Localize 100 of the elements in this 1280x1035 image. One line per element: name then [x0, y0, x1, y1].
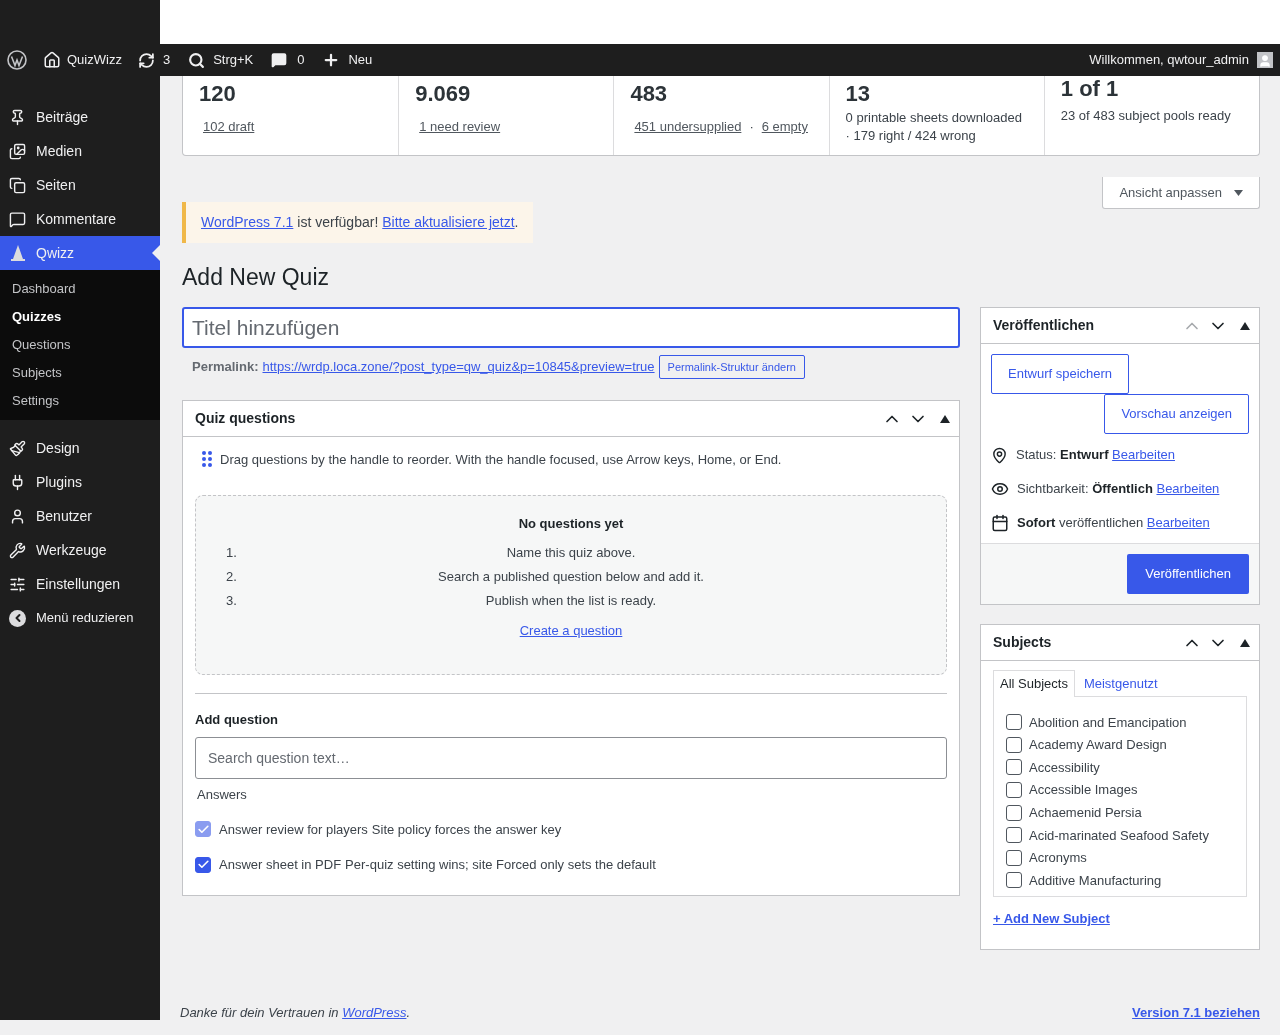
- stat-link[interactable]: 6 empty: [761, 117, 808, 137]
- menu-item[interactable]: Seiten: [0, 168, 160, 202]
- subject-label: Acid-marinated Seafood Safety: [1029, 826, 1209, 845]
- submenu-item[interactable]: Quizzes: [0, 303, 160, 331]
- empty-state-title: No questions yet: [518, 514, 624, 533]
- search-icon[interactable]: [188, 51, 206, 69]
- panel-title: Quiz questions: [195, 409, 297, 428]
- comments-icon[interactable]: [271, 52, 288, 68]
- update-notice: WordPress 7.1 ist verfügbar! Bitte aktualisiere jetzt.: [182, 202, 534, 243]
- eye-icon: [991, 480, 1009, 498]
- checkbox[interactable]: [195, 856, 211, 873]
- home-icon[interactable]: [43, 51, 61, 69]
- edit-status-link[interactable]: Bearbeiten: [1112, 447, 1175, 463]
- page-heading: Add New Quiz: [182, 263, 330, 291]
- menu-icon: [9, 575, 26, 593]
- option-label: Answer review for players: [219, 820, 368, 839]
- collapse-menu-button[interactable]: Menü reduzieren: [0, 601, 160, 635]
- submenu-item[interactable]: Questions: [0, 331, 160, 359]
- subject-checkbox[interactable]: [1006, 804, 1022, 821]
- drag-handle-icon[interactable]: [202, 450, 212, 468]
- subject-checkbox[interactable]: [1006, 714, 1022, 731]
- schedule-text: Sofort veröffentlichen Bearbeiten: [1017, 514, 1210, 533]
- stat-link[interactable]: 102 draft: [203, 117, 255, 137]
- panel-title: Veröffentlichen: [993, 316, 1096, 335]
- edit-visibility-link[interactable]: Bearbeiten: [1156, 481, 1220, 497]
- search-question-field[interactable]: Search question text…: [195, 737, 947, 779]
- menu-icon: [9, 210, 26, 228]
- site-name-link[interactable]: QuizWizz: [67, 50, 122, 70]
- menu-item[interactable]: Einstellungen: [0, 567, 160, 601]
- menu-item[interactable]: Medien: [0, 134, 160, 168]
- status-text: Status: Entwurf Bearbeiten: [1016, 446, 1175, 465]
- subject-label: Additive Manufacturing: [1029, 871, 1162, 890]
- title-field[interactable]: Titel hinzufügen: [182, 307, 960, 348]
- publish-button[interactable]: Veröffentlichen: [1127, 554, 1249, 594]
- stat-link[interactable]: 451 undersupplied: [634, 117, 742, 137]
- stat-value: 13: [845, 81, 872, 107]
- save-draft-button[interactable]: Entwurf speichern: [991, 354, 1130, 394]
- subjects-tab[interactable]: Meistgenutzt: [1074, 670, 1167, 697]
- menu-item[interactable]: Qwizz: [0, 236, 160, 270]
- subject-checkbox[interactable]: [1006, 827, 1022, 844]
- option-hint: Per-quiz setting wins; site Forced only sets the default: [345, 856, 656, 874]
- screen-options-button[interactable]: Ansicht anpassen: [1102, 177, 1260, 209]
- search-shortcut[interactable]: Strg+K: [213, 50, 254, 70]
- step-text: Search a published question below and add it.: [437, 568, 705, 587]
- comments-count[interactable]: 0: [297, 50, 305, 70]
- menu-icon: [9, 142, 26, 160]
- subject-label: Abolition and Emancipation: [1029, 713, 1187, 732]
- subject-checkbox[interactable]: [1006, 849, 1022, 866]
- menu-icon: [9, 176, 26, 194]
- menu-item[interactable]: Kommentare: [0, 202, 160, 236]
- menu-item[interactable]: Benutzer: [0, 499, 160, 533]
- cone-icon: [9, 244, 26, 262]
- menu-item[interactable]: Design: [0, 431, 160, 465]
- permalink-url-link[interactable]: https://wrdp.loca.zone/?post_type=qw_quiz&p=10845&preview=true: [262, 357, 655, 377]
- separator-text: ·: [749, 118, 754, 136]
- step-text: Publish when the list is ready.: [484, 592, 658, 611]
- stat-value: 483: [630, 81, 669, 107]
- submenu-item[interactable]: Dashboard: [0, 275, 160, 303]
- add-question-title: Add question: [195, 710, 280, 729]
- wordpress-version-link[interactable]: WordPress 7.1: [201, 212, 294, 233]
- collapse-toggle-icon[interactable]: [1240, 321, 1250, 330]
- panel-title: Subjects: [993, 633, 1053, 652]
- update-now-link[interactable]: Bitte aktualisiere jetzt: [382, 214, 515, 230]
- stat-link[interactable]: 1 need review: [419, 117, 501, 137]
- preview-button[interactable]: Vorschau anzeigen: [1104, 394, 1249, 434]
- stat-value: 9.069: [415, 81, 472, 107]
- subject-label: Accessible Images: [1029, 781, 1138, 800]
- pin-icon: [991, 446, 1008, 464]
- updates-icon[interactable]: [137, 51, 155, 69]
- updates-count[interactable]: 3: [162, 50, 171, 70]
- permalink-label: Permalink:: [192, 358, 259, 377]
- footer-thanks-text: Danke für dein Vertrauen in WordPress.: [180, 1003, 411, 1022]
- edit-schedule-link[interactable]: Bearbeiten: [1146, 515, 1210, 531]
- menu-item[interactable]: Plugins: [0, 465, 160, 499]
- menu-icon: [9, 507, 26, 525]
- get-version-link[interactable]: Version 7.1 beziehen: [1132, 1002, 1260, 1022]
- menu-icon: [9, 439, 26, 457]
- subject-checkbox[interactable]: [1006, 872, 1022, 889]
- subject-checkbox[interactable]: [1006, 759, 1022, 776]
- subjects-tab[interactable]: All Subjects: [993, 670, 1075, 697]
- wordpress-logo-icon[interactable]: [7, 50, 27, 70]
- create-question-link[interactable]: Create a question: [519, 621, 623, 641]
- greeting-text[interactable]: Willkommen, qwtour_admin: [1089, 50, 1249, 70]
- current-arrow-icon: [152, 245, 160, 261]
- drag-hint-text: Drag questions by the handle to reorder. With the handle focused, use Arrow keys, Home, or End.: [220, 451, 782, 469]
- new-link[interactable]: Neu: [348, 50, 373, 70]
- add-subject-link[interactable]: + Add New Subject: [993, 909, 1247, 929]
- stat-description: 0 printable sheets downloaded · 179 right / 424 wrong: [845, 109, 1023, 145]
- change-permalink-button[interactable]: Permalink-Struktur ändern: [658, 355, 805, 379]
- menu-item[interactable]: Beiträge: [0, 100, 160, 134]
- option-label: Answer sheet in PDF: [219, 856, 342, 874]
- submenu-item[interactable]: Subjects: [0, 359, 160, 387]
- collapse-toggle-icon[interactable]: [940, 414, 950, 423]
- submenu-item[interactable]: Settings: [0, 387, 160, 415]
- menu-item[interactable]: Werkzeuge: [0, 533, 160, 567]
- subject-label: Accessibility: [1029, 758, 1100, 777]
- subject-checkbox[interactable]: [1006, 736, 1022, 753]
- step-number: 2.: [225, 568, 236, 587]
- subject-checkbox[interactable]: [1006, 782, 1022, 799]
- collapse-toggle-icon[interactable]: [1240, 638, 1250, 647]
